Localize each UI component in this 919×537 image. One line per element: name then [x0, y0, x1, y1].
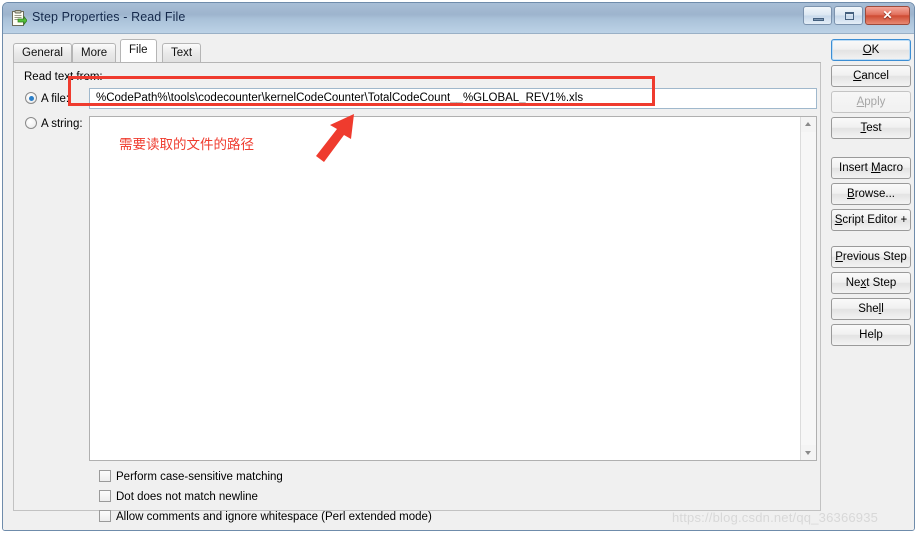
- maximize-button[interactable]: [834, 6, 863, 25]
- previous-step-button[interactable]: Previous Step: [831, 246, 911, 268]
- radio-a-file-indicator: [25, 92, 37, 104]
- minimize-icon: [813, 18, 824, 21]
- watermark-text: https://blog.csdn.net/qq_36366935: [672, 510, 879, 525]
- ok-button[interactable]: OK: [831, 39, 911, 61]
- tab-file[interactable]: File: [120, 39, 157, 62]
- checkbox-perl-extended[interactable]: Allow comments and ignore whitespace (Pe…: [99, 510, 432, 523]
- checkbox-dot-newline[interactable]: Dot does not match newline: [99, 490, 258, 503]
- close-button[interactable]: ✕: [865, 6, 910, 25]
- window-client-area: General More File Text Read text from: A…: [3, 34, 914, 530]
- checkbox-case-sensitive-box: [99, 470, 111, 482]
- checkbox-perl-extended-label: Allow comments and ignore whitespace (Pe…: [116, 511, 432, 523]
- tab-more[interactable]: More: [72, 43, 117, 62]
- file-script-icon: [10, 10, 28, 27]
- script-editor-button[interactable]: Script Editor +: [831, 209, 911, 231]
- radio-a-string-indicator: [25, 117, 37, 129]
- minimize-button[interactable]: [803, 6, 832, 25]
- step-properties-window: Step Properties - Read File ✕ General Mo…: [2, 2, 915, 531]
- radio-a-file[interactable]: A file:: [25, 92, 69, 105]
- tab-strip: General More File Text: [13, 39, 821, 63]
- help-button[interactable]: Help: [831, 324, 911, 346]
- next-step-button[interactable]: Next Step: [831, 272, 911, 294]
- file-tab-panel: Read text from: A file: A string: %CodeP…: [13, 63, 821, 523]
- scroll-down-icon[interactable]: [801, 445, 816, 460]
- test-button[interactable]: Test: [831, 117, 911, 139]
- apply-button[interactable]: Apply: [831, 91, 911, 113]
- checkbox-case-sensitive-label: Perform case-sensitive matching: [116, 471, 283, 483]
- tab-text[interactable]: Text: [162, 43, 202, 62]
- shell-button[interactable]: Shell: [831, 298, 911, 320]
- window-title: Step Properties - Read File: [32, 10, 186, 24]
- textarea-scrollbar[interactable]: [800, 117, 816, 460]
- annotation-note: 需要读取的文件的路径: [119, 137, 254, 152]
- file-path-input[interactable]: %CodePath%\tools\codecounter\kernelCodeC…: [89, 88, 817, 109]
- tab-general[interactable]: General: [13, 43, 72, 62]
- checkbox-dot-newline-box: [99, 490, 111, 502]
- cancel-button[interactable]: Cancel: [831, 65, 911, 87]
- checkbox-perl-extended-box: [99, 510, 111, 522]
- window-controls: ✕: [803, 6, 910, 25]
- window-titlebar: Step Properties - Read File ✕: [3, 3, 914, 34]
- checkbox-case-sensitive[interactable]: Perform case-sensitive matching: [99, 470, 283, 483]
- close-icon: ✕: [882, 8, 893, 22]
- radio-a-string[interactable]: A string:: [25, 117, 83, 130]
- checkbox-dot-newline-label: Dot does not match newline: [116, 491, 258, 503]
- radio-a-file-label: A file:: [41, 93, 70, 105]
- insert-macro-button[interactable]: Insert Macro: [831, 157, 911, 179]
- scroll-up-icon[interactable]: [801, 117, 816, 132]
- read-text-from-label: Read text from:: [24, 71, 103, 83]
- screenshot-root: Step Properties - Read File ✕ General Mo…: [0, 0, 919, 537]
- maximize-icon: [845, 12, 854, 20]
- string-textarea[interactable]: [89, 116, 817, 461]
- browse-button[interactable]: Browse...: [831, 183, 911, 205]
- radio-a-string-label: A string:: [41, 118, 83, 130]
